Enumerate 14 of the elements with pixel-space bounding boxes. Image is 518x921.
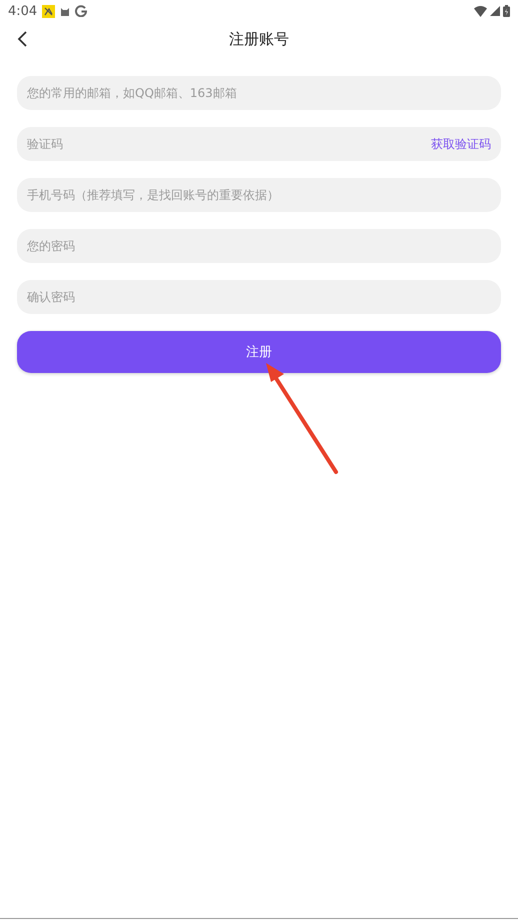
page-title: 注册账号: [229, 30, 289, 48]
notification-icon: [42, 4, 56, 18]
status-time: 4:04: [8, 4, 38, 18]
input-field[interactable]: 确认密码: [17, 280, 501, 314]
battery-icon: [503, 5, 510, 17]
register-button[interactable]: 注册: [17, 331, 501, 373]
input-field[interactable]: 手机号码（推荐填写，是找回账号的重要依据）: [17, 178, 501, 212]
cat-icon: [60, 6, 70, 16]
input-field[interactable]: 您的密码: [17, 229, 501, 263]
get-code-link[interactable]: 获取验证码: [431, 137, 491, 151]
g-icon: [75, 5, 88, 17]
signal-icon: [490, 6, 500, 16]
input-field[interactable]: 您的常用的邮箱，如QQ邮箱、163邮箱: [17, 76, 501, 110]
wifi-icon: [474, 6, 487, 16]
